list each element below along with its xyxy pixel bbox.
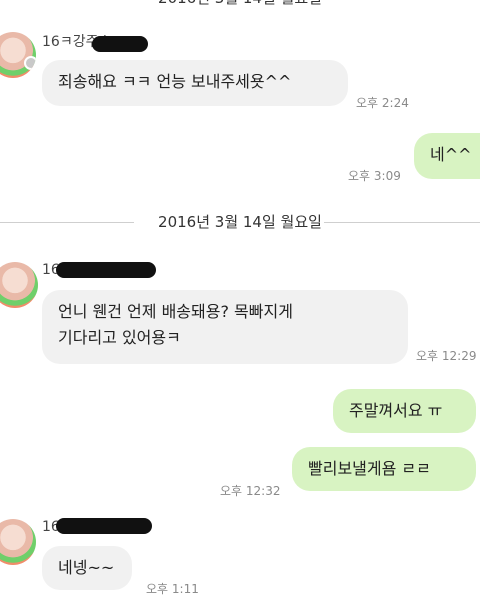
message-bubble-incoming[interactable]: 언니 웬건 언제 배송돼용? 목빠지게 기다리고 있어용ㅋ xyxy=(42,290,408,364)
name-redaction xyxy=(92,36,148,52)
message-bubble-outgoing[interactable]: 네^^ xyxy=(414,133,480,179)
avatar[interactable] xyxy=(0,32,36,78)
avatar[interactable] xyxy=(0,262,38,308)
message-timestamp: 오후 2:24 xyxy=(356,96,409,110)
message-timestamp: 오후 1:11 xyxy=(146,582,199,596)
date-divider: 2016년 3월 14일 월요일 xyxy=(0,212,480,232)
message-bubble-outgoing[interactable]: 주말껴서요 ㅠ xyxy=(333,389,476,433)
message-bubble-incoming[interactable]: 네넹~~ xyxy=(42,546,132,590)
top-date-label: 2016년 3월 14일 월요일 xyxy=(0,0,480,8)
status-dot xyxy=(24,56,36,70)
divider-line-right xyxy=(324,222,480,223)
top-date-divider: 2016년 3월 14일 월요일 xyxy=(0,0,480,8)
avatar[interactable] xyxy=(0,519,36,565)
message-timestamp: 오후 12:32 xyxy=(220,484,281,498)
message-timestamp: 오후 3:09 xyxy=(348,169,401,183)
message-timestamp: 오후 12:29 xyxy=(416,349,477,363)
message-bubble-outgoing[interactable]: 빨리보낼게욤 ㄹㄹ xyxy=(292,447,476,491)
name-redaction xyxy=(56,262,156,278)
name-redaction xyxy=(56,518,152,534)
message-bubble-incoming[interactable]: 죄송해요 ㅋㅋ 언능 보내주세욧^^ xyxy=(42,60,348,106)
